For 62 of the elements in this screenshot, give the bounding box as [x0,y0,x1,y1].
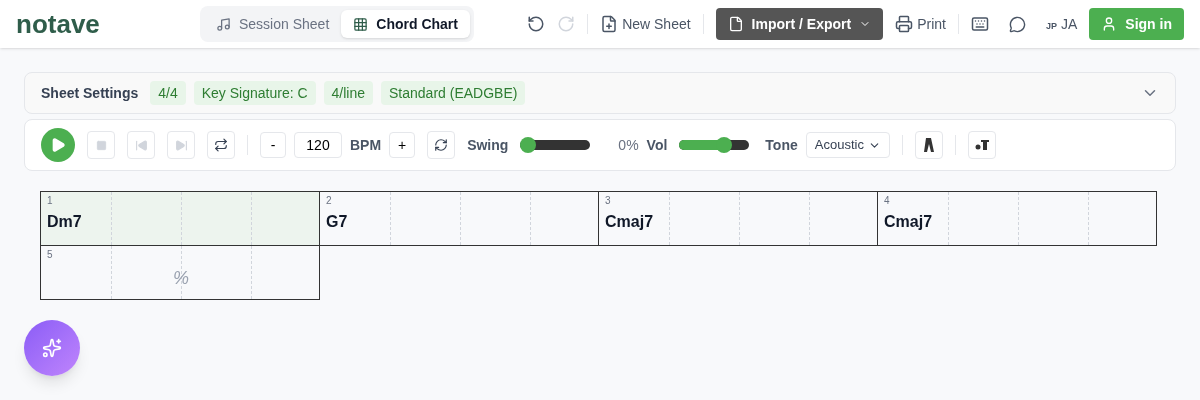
keyboard-icon[interactable] [970,15,989,33]
new-sheet-button[interactable]: New Sheet [600,14,691,34]
bpm-field[interactable]: 120 [294,132,342,158]
loop-button[interactable] [207,131,235,159]
chord-name: Cmaj7 [884,212,933,232]
mode-tab[interactable]: Session Sheet [204,10,342,38]
settings-title: Sheet Settings [41,84,139,103]
loop-icon [214,138,228,152]
play-button[interactable] [41,128,75,162]
pick-button[interactable] [914,131,943,159]
print-button[interactable]: Print [895,14,946,34]
printer-icon [895,15,914,33]
measure[interactable]: 5 % [40,245,320,300]
ai-assistant-button[interactable] [24,320,80,376]
import-export-button[interactable]: Import / Export [715,8,884,40]
play-icon [50,137,66,153]
chord-name: Cmaj7 [605,212,654,232]
logo: notave [16,7,101,41]
sparkle-icon [42,338,62,358]
settings-tag: Standard (EADGBE) [381,81,526,105]
skip-forward-icon [174,138,188,152]
swing-reading: 0% [618,136,639,155]
stop-icon [95,139,107,151]
undo-icon[interactable] [527,15,546,33]
increase-bpm-button[interactable]: + [389,132,416,158]
skip-back-icon [134,138,148,152]
decrease-bpm-button[interactable]: - [260,132,286,158]
tone-label: Tone [765,136,798,155]
measure-number: 4 [884,194,890,208]
chat-icon[interactable] [1008,15,1026,33]
swing-label: Swing [467,136,509,155]
dot-tee-icon [974,140,989,150]
chord-name: Dm7 [47,212,82,232]
file-icon [727,16,744,32]
settings-panel[interactable]: Sheet Settings 4/4 Key Signature: C 4/line Standard (EADGBE) [24,72,1176,114]
mode-tab[interactable]: Chord Chart [341,10,470,38]
measure-number: 3 [605,194,611,208]
bpm-label: BPM [350,136,382,155]
tone-select[interactable]: Acoustic [805,132,890,158]
measure-number: 1 [47,194,53,208]
settings-tag: 4/line [323,81,374,105]
measure[interactable]: 3 Cmaj7 [598,191,878,246]
measure-number: 5 [47,248,53,262]
settings-tag: 4/4 [150,81,186,105]
repeat-sign: % [173,267,189,290]
measure[interactable]: 1 Dm7 [40,191,320,246]
language-button[interactable]: JP JA [1045,14,1078,34]
metronome-button[interactable] [967,131,996,159]
volume-slider[interactable] [679,140,750,150]
sync-button[interactable] [427,131,456,159]
music-note-icon [216,16,231,32]
sync-icon [434,138,449,152]
measure[interactable]: 2 G7 [319,191,599,246]
swing-slider[interactable] [520,140,591,150]
measure-number: 2 [326,194,332,208]
volume-label: Vol [646,136,668,155]
settings-tag: Key Signature: C [193,81,316,105]
chord-name: G7 [326,212,348,232]
measure[interactable]: 4 Cmaj7 [877,191,1157,246]
pick-icon [923,138,934,152]
grid-icon [353,16,369,32]
file-plus-icon [600,15,619,33]
